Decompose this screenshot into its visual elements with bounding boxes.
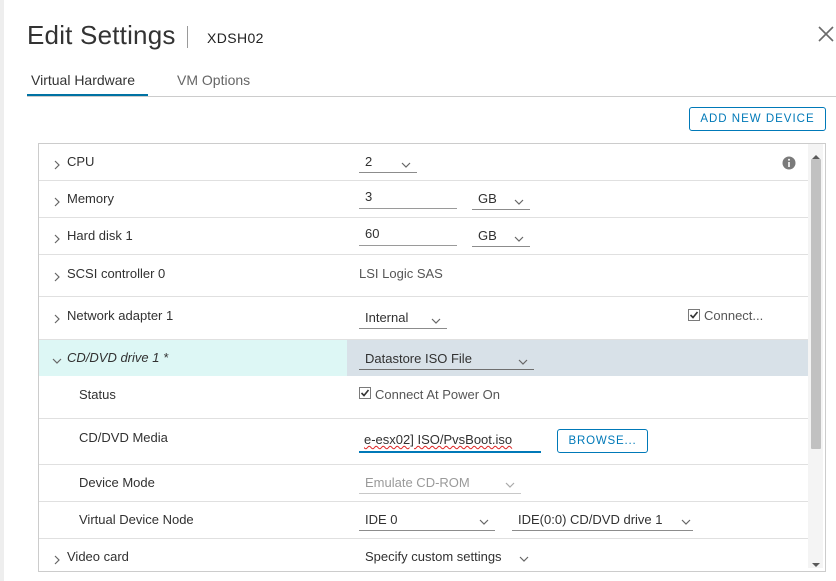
hard-disk-unit-value: GB [478, 228, 497, 243]
connect-at-power-on-checkbox[interactable] [359, 387, 371, 399]
device-mode-row: Device Mode Emulate CD-ROM [39, 465, 809, 502]
chevron-down-icon [518, 354, 528, 365]
memory-row: Memory 3 GB [39, 181, 809, 218]
network-connect-checkbox[interactable] [688, 309, 700, 321]
memory-value: 3 [365, 189, 373, 204]
tab-vm-options[interactable]: VM Options [177, 72, 250, 88]
scroll-down-arrow-icon[interactable] [812, 555, 820, 573]
cd-dvd-media-input[interactable]: e-esx02] ISO/PvsBoot.iso [359, 430, 541, 453]
video-card-select[interactable]: Specify custom settings [359, 547, 531, 567]
info-icon[interactable] [782, 156, 796, 175]
cd-dvd-status-row: Status Connect At Power On [39, 376, 809, 419]
chevron-down-icon [401, 157, 411, 168]
hardware-panel: CPU 2 Memory 3 GB Hard disk 1 60 GB SCSI… [38, 143, 826, 572]
chevron-right-icon[interactable] [52, 231, 62, 244]
tab-virtual-hardware[interactable]: Virtual Hardware [31, 72, 135, 88]
ide-device-value: IDE(0:0) CD/DVD drive 1 [518, 512, 663, 527]
scsi-controller-row: SCSI controller 0 LSI Logic SAS [39, 255, 809, 297]
chevron-down-icon [479, 514, 489, 525]
chevron-down-icon [519, 551, 529, 562]
network-adapter-label: Network adapter 1 [67, 308, 174, 323]
network-connect-label: Connect... [704, 308, 764, 323]
video-card-label: Video card [67, 549, 129, 564]
tabs-divider [27, 96, 836, 97]
cd-dvd-media-value: e-esx02] ISO/PvsBoot.iso [364, 432, 513, 447]
cpu-value: 2 [365, 154, 373, 169]
cpu-row: CPU 2 [39, 144, 809, 181]
close-icon[interactable] [815, 23, 836, 45]
network-adapter-row: Network adapter 1 Internal Connect... [39, 297, 809, 340]
video-card-value: Specify custom settings [365, 549, 502, 564]
ide-device-select[interactable]: IDE(0:0) CD/DVD drive 1 [512, 510, 693, 531]
chevron-down-icon [431, 313, 441, 324]
hard-disk-value: 60 [365, 226, 380, 241]
device-mode-label: Device Mode [79, 475, 155, 490]
browse-button[interactable]: BROWSE... [557, 429, 648, 453]
chevron-down-icon [505, 477, 515, 488]
chevron-right-icon[interactable] [52, 552, 62, 565]
hard-disk-label: Hard disk 1 [67, 228, 133, 243]
cpu-label: CPU [67, 154, 95, 169]
connect-at-power-on-label: Connect At Power On [375, 387, 501, 402]
cd-dvd-drive-label: CD/DVD drive 1 * [67, 350, 169, 365]
chevron-down-icon [681, 514, 691, 525]
cd-dvd-media-label: CD/DVD Media [79, 430, 168, 445]
cd-dvd-drive-row[interactable]: CD/DVD drive 1 * Datastore ISO File [39, 340, 809, 376]
device-mode-select[interactable]: Emulate CD-ROM [359, 473, 521, 494]
device-mode-value: Emulate CD-ROM [365, 475, 470, 490]
scrollbar-thumb[interactable] [811, 159, 821, 449]
network-value: Internal [365, 310, 409, 325]
chevron-down-icon [514, 194, 524, 205]
network-select[interactable]: Internal [359, 309, 447, 329]
chevron-down-icon[interactable] [52, 353, 62, 364]
cd-dvd-type-select[interactable]: Datastore ISO File [359, 348, 534, 370]
chevron-right-icon[interactable] [52, 157, 62, 170]
memory-input[interactable]: 3 [359, 188, 457, 209]
hard-disk-unit-select[interactable]: GB [472, 227, 530, 247]
status-label: Status [79, 387, 116, 402]
cd-dvd-type-value: Datastore ISO File [365, 351, 472, 366]
virtual-device-node-label: Virtual Device Node [79, 512, 194, 527]
virtual-device-node-row: Virtual Device Node IDE 0 IDE(0:0) CD/DV… [39, 502, 809, 539]
scsi-controller-label: SCSI controller 0 [67, 266, 166, 281]
memory-unit-select[interactable]: GB [472, 190, 530, 210]
chevron-right-icon[interactable] [52, 311, 62, 324]
background-window-edge [0, 0, 4, 581]
add-new-device-button[interactable]: ADD NEW DEVICE [689, 107, 826, 131]
hard-disk-input[interactable]: 60 [359, 225, 457, 246]
ide-bus-value: IDE 0 [365, 512, 398, 527]
memory-unit-value: GB [478, 191, 497, 206]
cpu-select[interactable]: 2 [359, 153, 417, 173]
cd-dvd-media-row: CD/DVD Media e-esx02] ISO/PvsBoot.iso BR… [39, 419, 809, 465]
title-divider [187, 26, 188, 48]
ide-bus-select[interactable]: IDE 0 [359, 510, 495, 531]
vm-name: XDSH02 [207, 30, 264, 46]
chevron-right-icon[interactable] [52, 269, 62, 282]
video-card-row: Video card Specify custom settings [39, 539, 809, 571]
scsi-controller-value: LSI Logic SAS [359, 266, 443, 281]
hard-disk-row: Hard disk 1 60 GB [39, 218, 809, 255]
dialog-title: Edit Settings [27, 20, 176, 50]
memory-label: Memory [67, 191, 114, 206]
chevron-right-icon[interactable] [52, 194, 62, 207]
chevron-down-icon [514, 231, 524, 242]
